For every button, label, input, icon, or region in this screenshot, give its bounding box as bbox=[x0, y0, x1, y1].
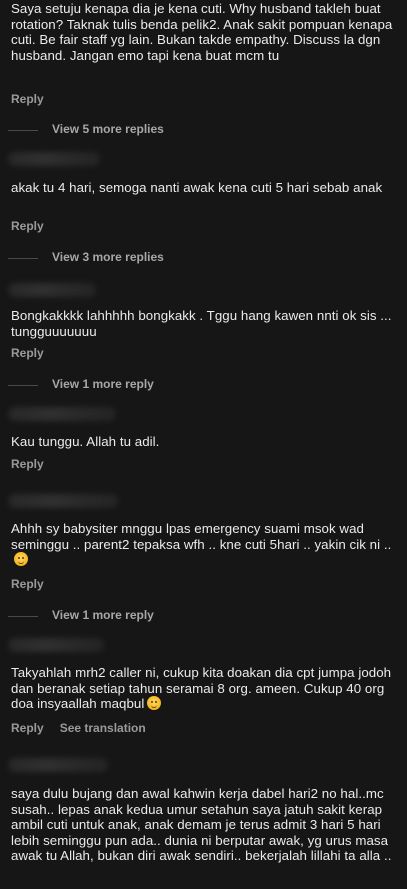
comment-actions: Reply bbox=[11, 577, 44, 591]
comment-text-content: Takyahlah mrh2 caller ni, cukup kita doa… bbox=[11, 665, 392, 712]
author-name-blurred bbox=[8, 638, 104, 652]
view-more-replies[interactable]: View 3 more replies bbox=[0, 250, 407, 266]
comment-actions: Reply bbox=[11, 219, 44, 233]
author-name-blurred bbox=[8, 283, 96, 297]
divider-line bbox=[8, 130, 38, 131]
comment-actions: Reply bbox=[11, 346, 44, 360]
comment-text: Takyahlah mrh2 caller ni, cukup kita doa… bbox=[11, 665, 403, 712]
view-more-replies-label[interactable]: View 1 more reply bbox=[52, 377, 154, 391]
author-name-blurred bbox=[8, 494, 118, 508]
reply-button[interactable]: Reply bbox=[11, 346, 44, 360]
divider-line bbox=[8, 616, 38, 617]
view-more-replies-label[interactable]: View 1 more reply bbox=[52, 608, 154, 622]
divider-line bbox=[8, 385, 38, 386]
author-name-blurred bbox=[8, 407, 116, 421]
reply-button[interactable]: Reply bbox=[11, 721, 44, 735]
author-name-blurred bbox=[8, 758, 108, 772]
view-more-replies-label[interactable]: View 5 more replies bbox=[52, 122, 164, 136]
comment-actions: Reply bbox=[11, 457, 44, 471]
comment-text: akak tu 4 hari, semoga nanti awak kena c… bbox=[11, 180, 383, 195]
smiling-face-icon bbox=[147, 696, 162, 711]
view-more-replies[interactable]: View 5 more replies bbox=[0, 122, 407, 138]
comment-actions: Reply bbox=[11, 92, 44, 106]
view-more-replies-label[interactable]: View 3 more replies bbox=[52, 250, 164, 264]
comment-actions: Reply See translation bbox=[11, 721, 146, 735]
comment-text: Kau tunggu. Allah tu adil. bbox=[11, 434, 160, 449]
comment-text: Ahhh sy babysiter mnggu lpas emergency s… bbox=[11, 521, 403, 568]
comment-text: Saya setuju kenapa dia je kena cuti. Why… bbox=[11, 1, 393, 63]
reply-button[interactable]: Reply bbox=[11, 577, 44, 591]
reply-button[interactable]: Reply bbox=[11, 457, 44, 471]
see-translation-button[interactable]: See translation bbox=[60, 721, 146, 735]
view-more-replies[interactable]: View 1 more reply bbox=[0, 377, 407, 393]
divider-line bbox=[8, 258, 38, 259]
reply-button[interactable]: Reply bbox=[11, 219, 44, 233]
pensive-face-icon bbox=[14, 552, 28, 567]
author-name-blurred bbox=[8, 152, 100, 166]
reply-button[interactable]: Reply bbox=[11, 92, 44, 106]
view-more-replies[interactable]: View 1 more reply bbox=[0, 608, 407, 624]
comment-text-content: Ahhh sy babysiter mnggu lpas emergency s… bbox=[11, 521, 392, 552]
comment-text: Bongkakkkk lahhhhh bongkakk . Tggu hang … bbox=[11, 308, 392, 339]
comment-text: saya dulu bujang dan awal kahwin kerja d… bbox=[11, 786, 392, 864]
